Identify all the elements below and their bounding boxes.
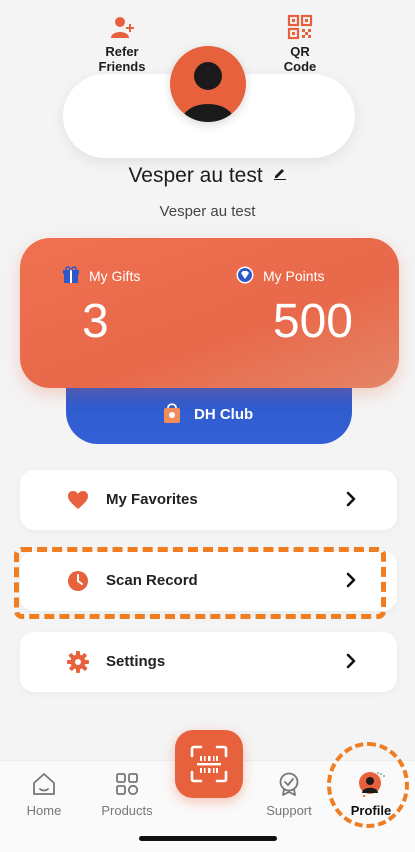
my-gifts-row[interactable]: My Gifts <box>62 266 140 284</box>
nav-products[interactable]: Products <box>87 771 167 818</box>
annotation-highlight-scan-record <box>14 547 386 619</box>
nav-support-label: Support <box>266 803 312 818</box>
add-person-icon <box>111 17 134 38</box>
dh-club-label: DH Club <box>194 406 254 423</box>
nav-products-label: Products <box>101 803 153 818</box>
my-points-row[interactable]: My Points <box>236 266 324 284</box>
avatar[interactable] <box>170 46 246 122</box>
rewards-card: My Gifts 3 My Points 500 <box>20 238 399 388</box>
user-silhouette-icon <box>182 62 234 122</box>
gear-icon <box>67 651 89 673</box>
favorites-label: My Favorites <box>106 491 198 508</box>
annotation-highlight-profile <box>327 742 409 828</box>
profile-screen: Refer Friends QR Code Vesper au test Ves… <box>0 0 415 852</box>
settings-label: Settings <box>106 653 166 670</box>
nav-home-label: Home <box>26 803 62 818</box>
qr-code-label: QR Code <box>283 44 317 74</box>
my-gifts-label: My Gifts <box>89 268 141 284</box>
barcode-scan-icon <box>190 745 228 783</box>
nav-support[interactable]: Support <box>249 771 329 818</box>
my-gifts-value: 3 <box>82 295 109 348</box>
dh-club-label-row[interactable]: DH Club <box>0 402 415 424</box>
nav-home[interactable]: Home <box>4 771 84 818</box>
menu-item-favorites[interactable]: My Favorites <box>20 470 397 530</box>
user-name: Vesper au test <box>128 164 263 187</box>
qr-code-icon <box>287 14 313 40</box>
my-points-label: My Points <box>263 268 325 284</box>
home-indicator <box>139 836 277 841</box>
menu-item-settings[interactable]: Settings <box>20 632 397 692</box>
refer-friends-button[interactable]: Refer Friends <box>82 14 162 74</box>
my-points-value: 500 <box>272 295 353 348</box>
qr-code-button[interactable]: QR Code <box>260 14 340 74</box>
chevron-right-icon <box>346 653 356 669</box>
user-name-row[interactable]: Vesper au test <box>0 164 415 188</box>
heart-icon <box>68 491 88 509</box>
grid-icon <box>116 773 139 796</box>
scan-button[interactable] <box>175 730 243 798</box>
refer-friends-label: Refer Friends <box>98 44 146 74</box>
shopping-bag-icon <box>163 403 180 423</box>
diamond-badge-icon <box>236 266 254 284</box>
user-subtitle: Vesper au test <box>159 203 256 220</box>
support-badge-icon <box>279 772 299 796</box>
chevron-right-icon <box>346 491 356 507</box>
gift-icon <box>63 266 79 283</box>
edit-pencil-icon[interactable] <box>273 166 287 180</box>
home-icon <box>33 773 55 795</box>
